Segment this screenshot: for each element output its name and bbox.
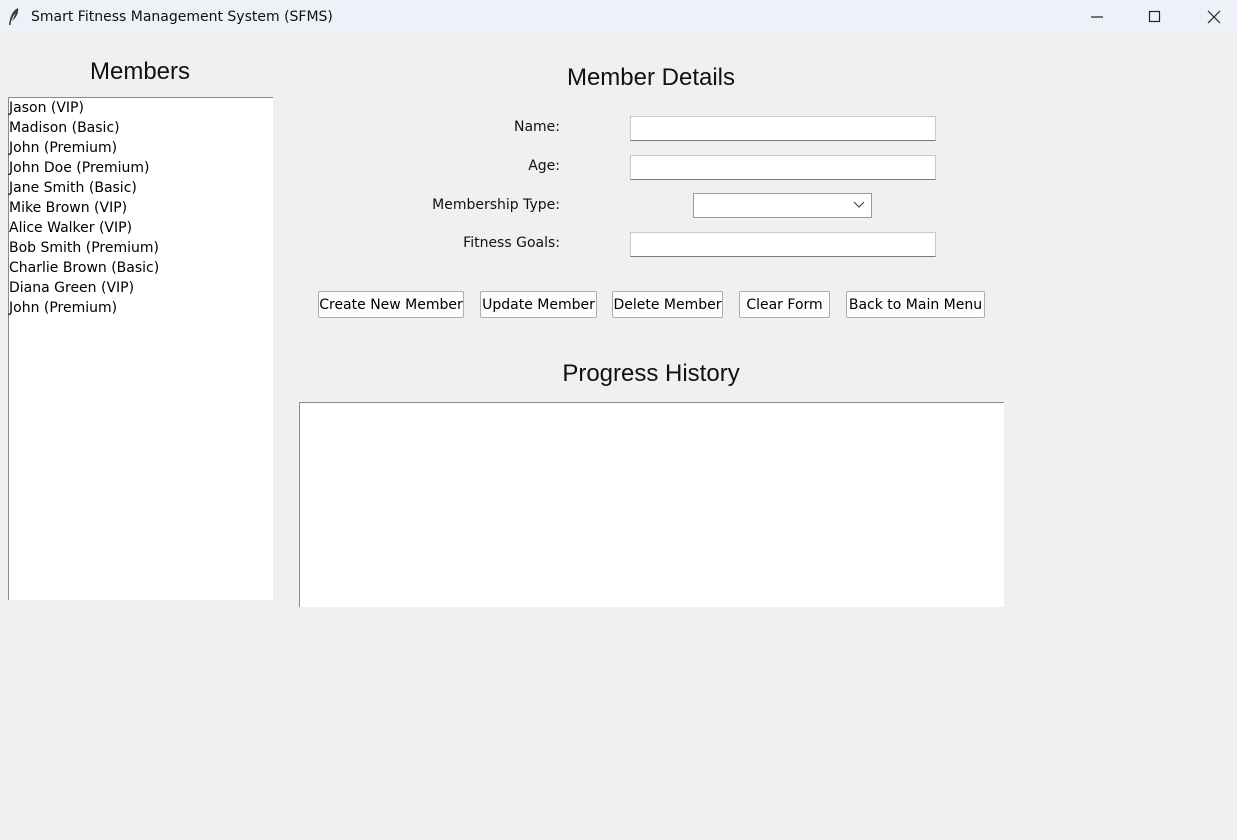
list-item[interactable]: Jane Smith (Basic) bbox=[9, 178, 273, 198]
list-item[interactable]: John (Premium) bbox=[9, 298, 273, 318]
clear-form-button[interactable]: Clear Form bbox=[739, 291, 830, 318]
list-item[interactable]: Mike Brown (VIP) bbox=[9, 198, 273, 218]
list-item[interactable]: John Doe (Premium) bbox=[9, 158, 273, 178]
list-item[interactable]: Alice Walker (VIP) bbox=[9, 218, 273, 238]
age-field[interactable] bbox=[630, 155, 936, 180]
list-item[interactable]: John (Premium) bbox=[9, 138, 273, 158]
list-item[interactable]: Diana Green (VIP) bbox=[9, 278, 273, 298]
member-details-heading: Member Details bbox=[566, 64, 736, 91]
members-heading: Members bbox=[89, 58, 191, 85]
membership-type-select[interactable] bbox=[693, 193, 872, 218]
name-label: Name: bbox=[513, 119, 560, 135]
feather-icon bbox=[9, 8, 19, 25]
age-input[interactable] bbox=[631, 156, 935, 179]
progress-history-textbox[interactable] bbox=[299, 402, 1004, 607]
close-button[interactable] bbox=[1185, 0, 1237, 34]
create-member-button[interactable]: Create New Member bbox=[318, 291, 464, 318]
close-icon bbox=[1207, 10, 1221, 24]
title-bar: Smart Fitness Management System (SFMS) bbox=[0, 0, 1237, 36]
members-listbox[interactable]: Jason (VIP) Madison (Basic) John (Premium)… bbox=[8, 97, 273, 600]
delete-member-button[interactable]: Delete Member bbox=[612, 291, 723, 318]
maximize-button[interactable] bbox=[1126, 0, 1184, 34]
chevron-down-icon bbox=[853, 201, 865, 208]
fitness-goals-label: Fitness Goals: bbox=[463, 235, 560, 251]
list-item[interactable]: Madison (Basic) bbox=[9, 118, 273, 138]
age-label: Age: bbox=[528, 158, 560, 174]
list-item[interactable]: Jason (VIP) bbox=[9, 98, 273, 118]
minimize-button[interactable] bbox=[1068, 0, 1126, 34]
window-title: Smart Fitness Management System (SFMS) bbox=[31, 9, 333, 25]
list-item[interactable]: Bob Smith (Premium) bbox=[9, 238, 273, 258]
fitness-goals-field[interactable] bbox=[630, 232, 936, 257]
fitness-goals-input[interactable] bbox=[631, 233, 935, 256]
update-member-button[interactable]: Update Member bbox=[480, 291, 597, 318]
back-to-main-menu-button[interactable]: Back to Main Menu bbox=[846, 291, 985, 318]
name-field[interactable] bbox=[630, 116, 936, 141]
minimize-icon bbox=[1091, 16, 1103, 18]
maximize-icon bbox=[1148, 10, 1161, 23]
membership-type-label: Membership Type: bbox=[432, 197, 560, 213]
list-item[interactable]: Charlie Brown (Basic) bbox=[9, 258, 273, 278]
name-input[interactable] bbox=[631, 117, 935, 140]
progress-history-heading: Progress History bbox=[562, 360, 740, 387]
